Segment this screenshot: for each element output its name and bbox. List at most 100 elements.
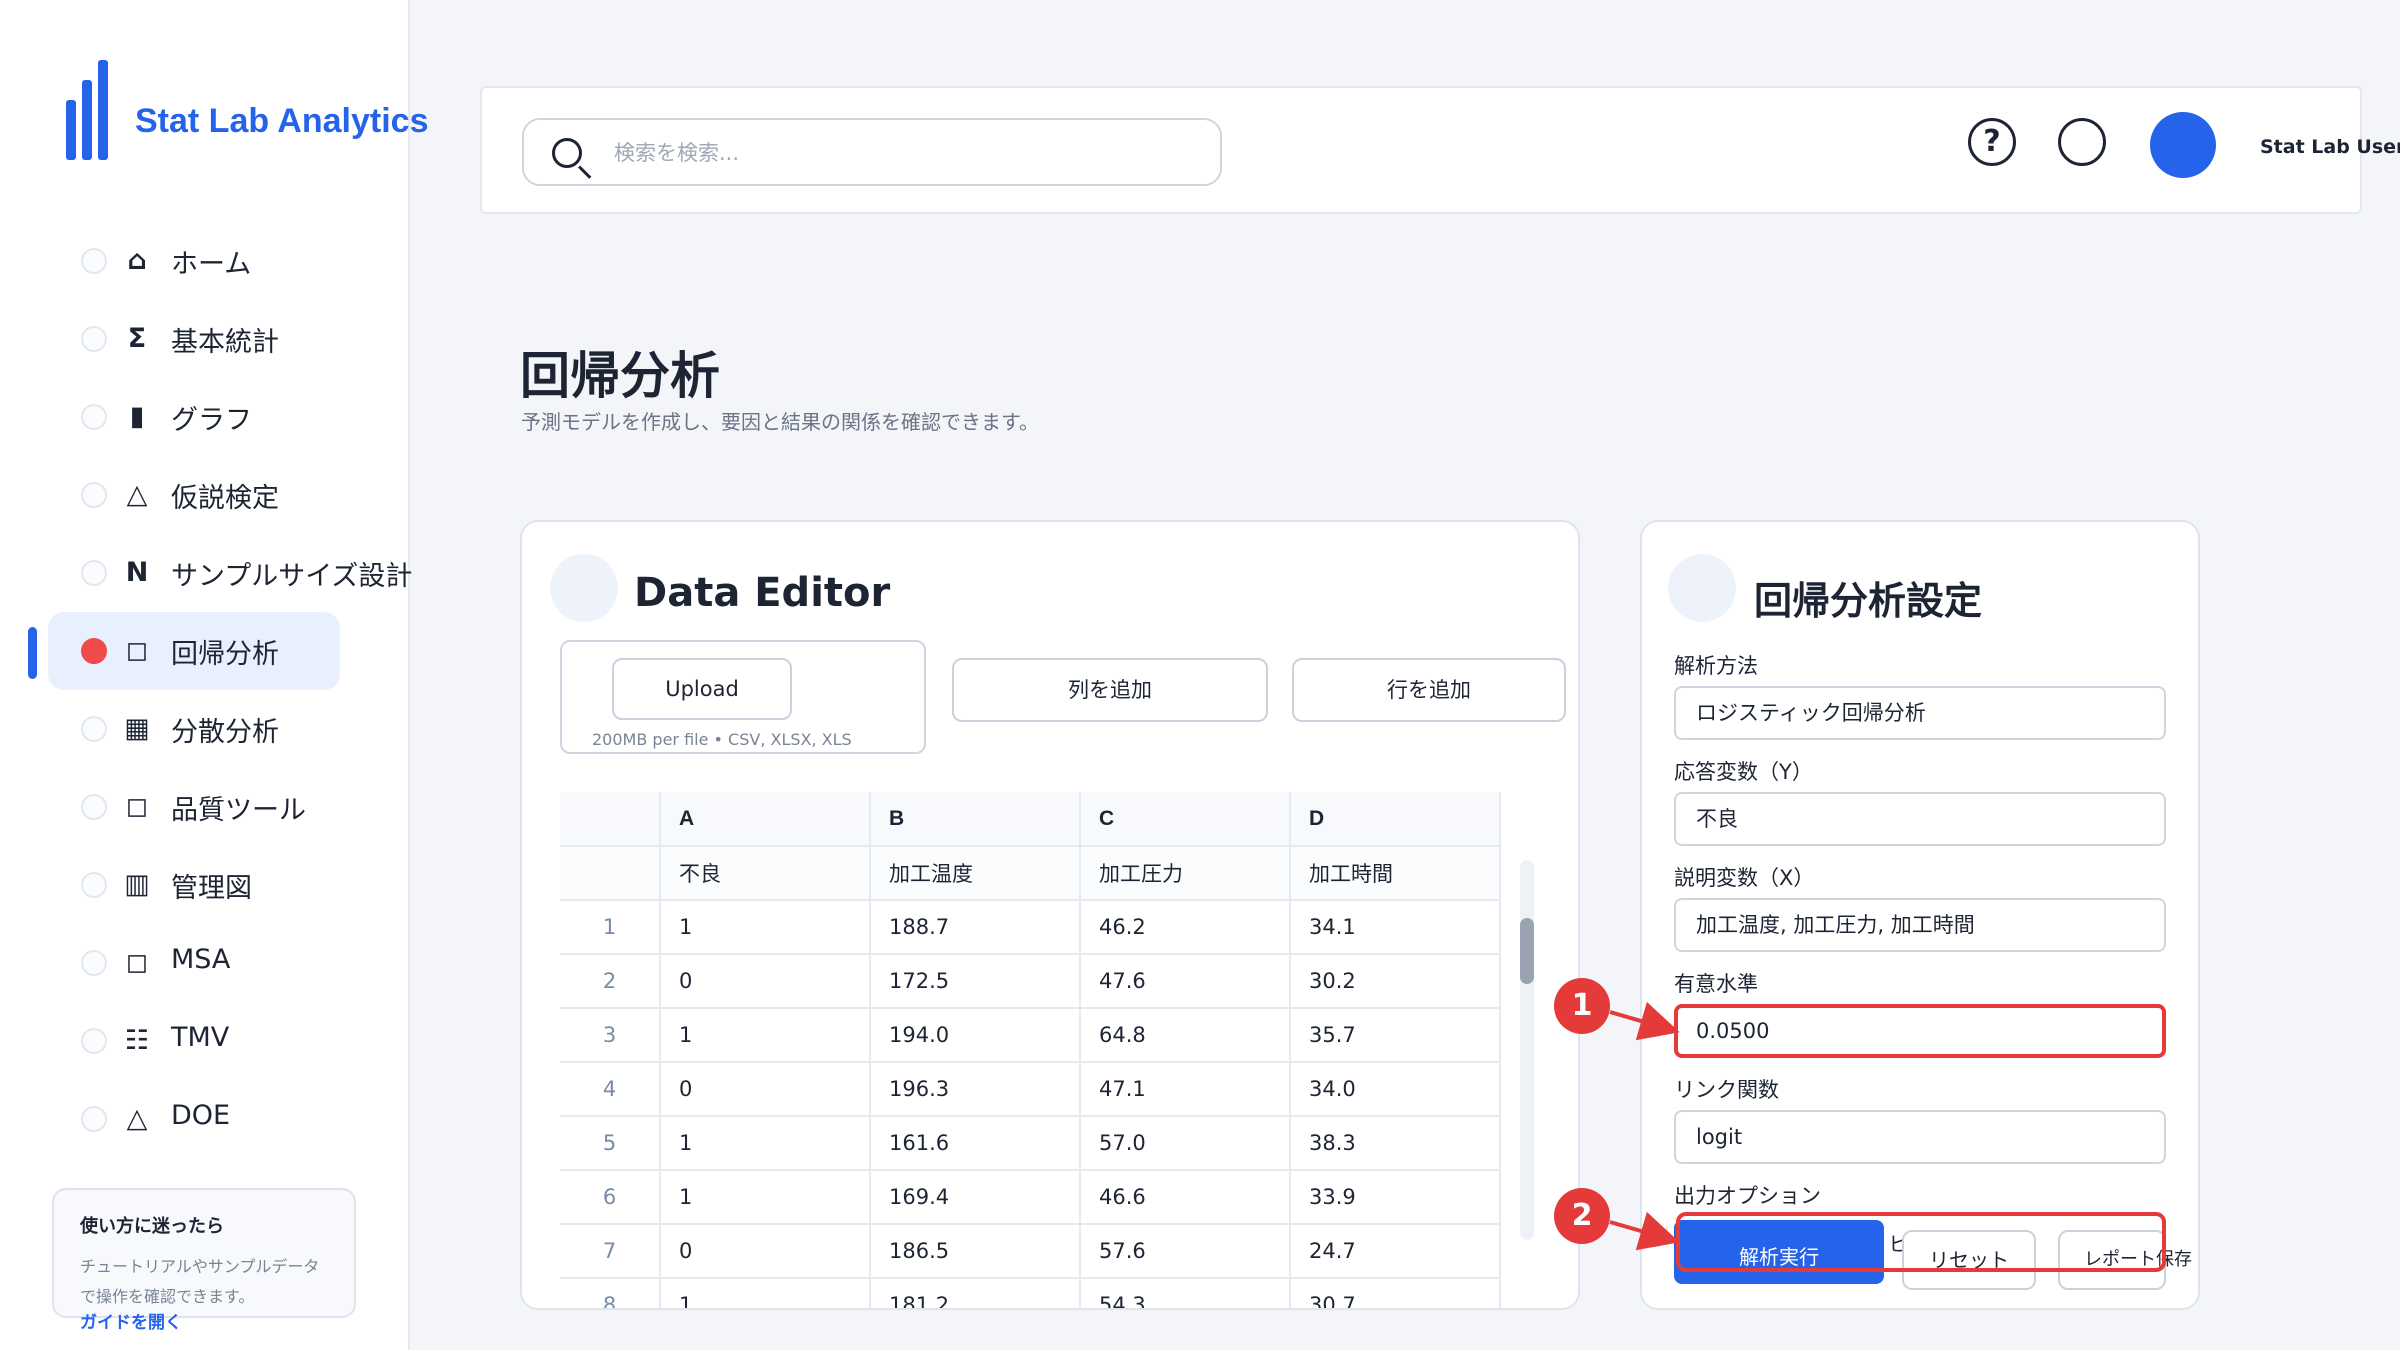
table-cell[interactable]: 1 [660,1116,871,1171]
data-grid: A B C D 不良 加工温度 加工圧力 加工時間 1 1 188.7 46.2… [560,792,1501,1308]
table-cell[interactable]: 196.3 [870,1062,1081,1117]
run-analysis-button[interactable]: 解析実行 [1674,1220,1884,1284]
square-icon: ◻ [125,635,149,666]
sidebar-item-anova[interactable]: ▦ 分散分析 [0,690,410,768]
table-row: 1 1 188.7 46.2 34.1 [560,900,1501,955]
column-name-cell[interactable]: 不良 [660,846,871,901]
help-icon[interactable]: ? [1968,118,2016,166]
table-cell[interactable]: 1 [660,1278,871,1308]
sidebar-item-msa[interactable]: ◻ MSA [0,924,410,1002]
table-cell[interactable]: 33.9 [1290,1170,1501,1225]
row-index: 6 [560,1170,661,1225]
column-header[interactable]: B [870,792,1081,847]
add-column-button[interactable]: 列を追加 [952,658,1268,722]
row-index: 7 [560,1224,661,1279]
page-subtitle: 予測モデルを作成し、要因と結果の関係を確認できます。 [521,410,1039,434]
link-select[interactable]: logit [1674,1110,2166,1164]
avatar[interactable] [2150,112,2216,178]
search-box[interactable] [522,118,1222,186]
triangle-icon: △ [126,479,148,510]
table-cell[interactable]: 46.6 [1080,1170,1291,1225]
table-cell[interactable]: 35.7 [1290,1008,1501,1063]
table-cell[interactable]: 172.5 [870,954,1081,1009]
table-cell[interactable]: 57.0 [1080,1116,1291,1171]
table-cell[interactable]: 34.0 [1290,1062,1501,1117]
table-cell[interactable]: 194.0 [870,1008,1081,1063]
bar-icon: ▮ [129,401,145,432]
table-cell[interactable]: 64.8 [1080,1008,1291,1063]
table-cell[interactable]: 54.3 [1080,1278,1291,1308]
column-name-row: 不良 加工温度 加工圧力 加工時間 [560,846,1501,901]
column-name-cell[interactable]: 加工圧力 [1080,846,1291,901]
reset-button[interactable]: リセット [1902,1230,2036,1290]
sidebar-item-label: DOE [171,1100,231,1131]
table-cell[interactable]: 46.2 [1080,900,1291,955]
table-cell[interactable]: 161.6 [870,1116,1081,1171]
table-cell[interactable]: 1 [660,900,871,955]
table-cell[interactable]: 47.6 [1080,954,1291,1009]
user-name[interactable]: Stat Lab User [2260,136,2400,158]
status-dot [81,404,107,430]
add-row-button[interactable]: 行を追加 [1292,658,1566,722]
scrollbar-thumb[interactable] [1520,918,1534,984]
brand[interactable]: Stat Lab Analytics [66,60,428,160]
method-select[interactable]: ロジスティック回帰分析 [1674,686,2166,740]
table-cell[interactable]: 38.3 [1290,1116,1501,1171]
alpha-label: 有意水準 [1674,972,1758,996]
sidebar-item-tmv[interactable]: ☷ TMV [0,1002,410,1080]
sidebar-item-home[interactable]: ⌂ ホーム [0,222,410,300]
sidebar-item-basic-stats[interactable]: Σ 基本統計 [0,300,410,378]
card-badge-icon [550,554,618,622]
response-select[interactable]: 不良 [1674,792,2166,846]
table-row: 4 0 196.3 47.1 34.0 [560,1062,1501,1117]
sidebar-item-hypothesis-test[interactable]: △ 仮説検定 [0,456,410,534]
table-cell[interactable]: 30.7 [1290,1278,1501,1308]
sidebar-item-regression[interactable]: ◻ 回帰分析 [0,612,410,690]
sidebar-item-graph[interactable]: ▮ グラフ [0,378,410,456]
list-icon: ☷ [124,1025,150,1056]
sidebar-item-label: 管理図 [171,873,252,904]
table-cell[interactable]: 1 [660,1170,871,1225]
column-header[interactable]: A [660,792,871,847]
table-cell[interactable]: 30.2 [1290,954,1501,1009]
table-cell[interactable]: 188.7 [870,900,1081,955]
column-header[interactable]: C [1080,792,1291,847]
table-cell[interactable]: 181.2 [870,1278,1081,1308]
sidebar-item-sample-size[interactable]: N サンプルサイズ設計 [0,534,412,612]
table-cell[interactable]: 57.6 [1080,1224,1291,1279]
square-icon: ◻ [125,947,149,978]
table-cell[interactable]: 1 [660,1008,871,1063]
table-cell[interactable]: 34.1 [1290,900,1501,955]
search-input[interactable] [614,134,1194,172]
vertical-scrollbar[interactable] [1520,860,1534,1240]
column-name-cell[interactable]: 加工時間 [1290,846,1501,901]
table-cell[interactable]: 47.1 [1080,1062,1291,1117]
sigma-icon: Σ [127,323,147,354]
sidebar-item-doe[interactable]: △ DOE [0,1080,410,1158]
upload-dropzone[interactable]: Upload 200MB per file • CSV, XLSX, XLS [560,640,926,754]
upload-button[interactable]: Upload [612,658,792,720]
response-label: 応答変数（Y） [1674,760,1813,784]
table-cell[interactable]: 169.4 [870,1170,1081,1225]
settings-circle-icon[interactable] [2058,118,2106,166]
table-cell[interactable]: 0 [660,954,871,1009]
column-name-cell[interactable]: 加工温度 [870,846,1081,901]
table-cell[interactable]: 0 [660,1224,871,1279]
table-cell[interactable]: 24.7 [1290,1224,1501,1279]
predictors-select[interactable]: 加工温度, 加工圧力, 加工時間 [1674,898,2166,952]
sidebar-item-control-chart[interactable]: ▥ 管理図 [0,846,410,924]
table-row: 5 1 161.6 57.0 38.3 [560,1116,1501,1171]
table-cell[interactable]: 186.5 [870,1224,1081,1279]
status-dot [81,794,107,820]
row-index: 1 [560,900,661,955]
alpha-input[interactable]: 0.0500 [1674,1004,2166,1058]
active-indicator [28,627,37,679]
column-header[interactable]: D [1290,792,1501,847]
index-header [560,792,661,847]
sidebar-nav: ⌂ ホーム Σ 基本統計 ▮ グラフ △ 仮説検定 N サンプルサイズ設計 ◻ [0,222,412,1158]
sidebar-item-quality-tools[interactable]: ◻ 品質ツール [0,768,410,846]
save-report-button[interactable]: レポート保存 [2058,1230,2192,1290]
data-editor-title: Data Editor [634,570,891,616]
triangle-icon: △ [126,1103,148,1134]
table-cell[interactable]: 0 [660,1062,871,1117]
